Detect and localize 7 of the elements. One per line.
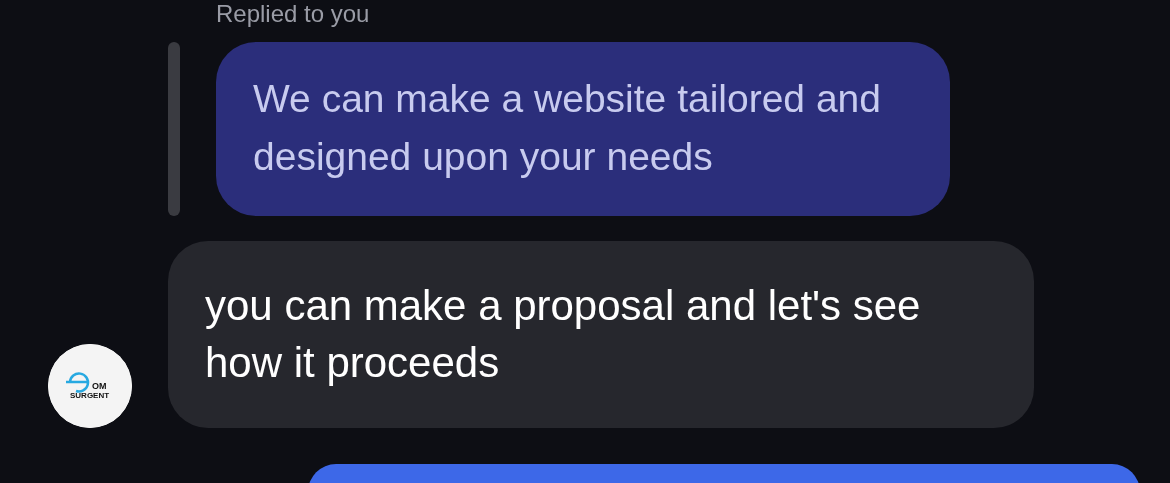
logo-text: OM bbox=[92, 381, 107, 391]
logo-text: SURGENT bbox=[70, 391, 110, 400]
quoted-message-bubble: We can make a website tailored and designed upon your needs bbox=[216, 42, 950, 216]
avatar[interactable]: OM SURGENT bbox=[48, 344, 132, 428]
e-logo-icon bbox=[66, 372, 90, 393]
reply-label: Replied to you bbox=[216, 0, 371, 28]
received-message-bubble: you can make a proposal and let's see how it proceeds bbox=[168, 241, 1034, 428]
